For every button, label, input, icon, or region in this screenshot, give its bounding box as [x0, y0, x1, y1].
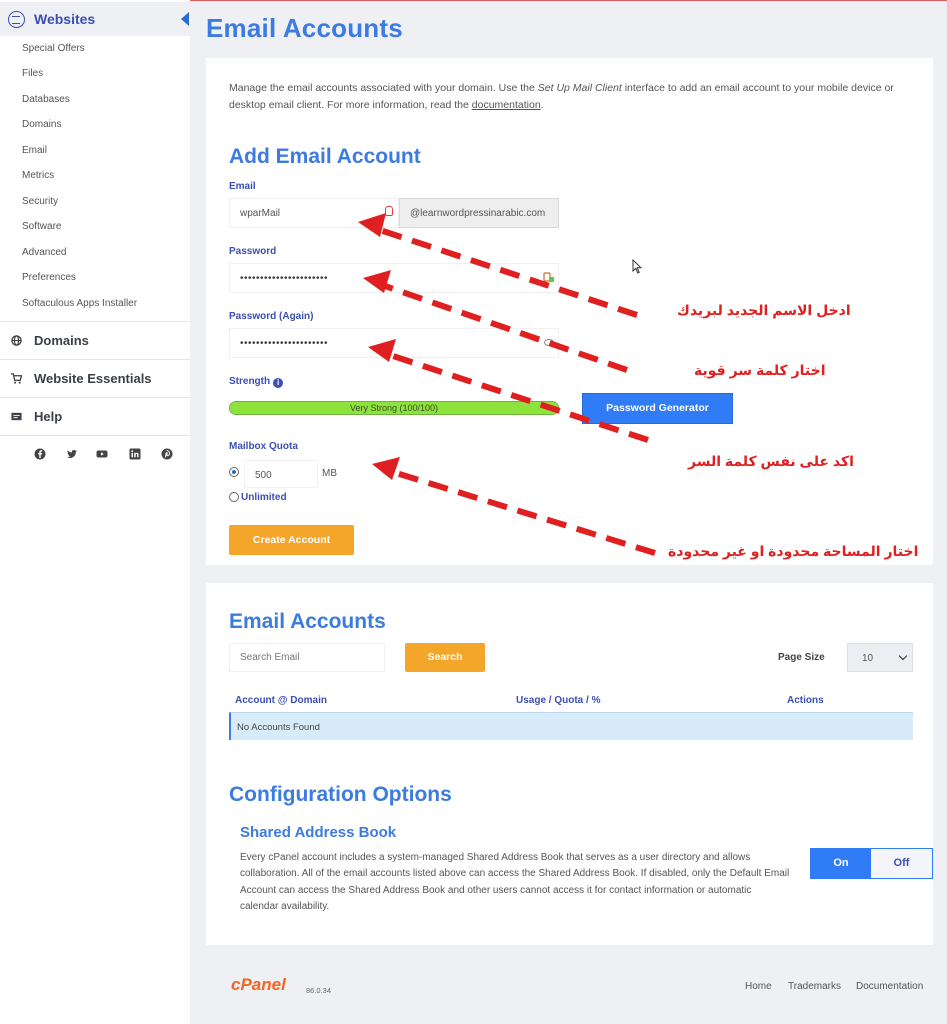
- email-accounts-heading: Email Accounts: [229, 610, 386, 633]
- column-header-account[interactable]: Account @ Domain: [235, 695, 327, 706]
- page-size-label: Page Size: [778, 652, 825, 663]
- shared-address-book-description: Every cPanel account includes a system-m…: [240, 852, 790, 912]
- cpanel-version: 86.0.34: [306, 986, 332, 995]
- footer-link-trademarks[interactable]: Trademarks: [788, 981, 841, 992]
- configuration-options-heading: Configuration Options: [229, 783, 452, 806]
- table-row-empty: No Accounts Found: [229, 712, 913, 740]
- chevron-down-icon: [898, 651, 908, 661]
- annotation-arrowhead: [368, 339, 396, 362]
- footer-link-documentation[interactable]: Documentation: [856, 981, 923, 992]
- annotation-email: ادخل الاسم الجديد لبريدك: [677, 302, 851, 318]
- page-size-value: 10: [862, 653, 874, 664]
- shared-address-book-toggle[interactable]: On Off: [810, 848, 933, 879]
- search-email-input[interactable]: [229, 643, 385, 672]
- column-header-usage[interactable]: Usage / Quota / %: [516, 695, 600, 706]
- page-size-select[interactable]: 10: [847, 643, 913, 672]
- annotation-password: اختار كلمة سر قوية: [694, 362, 826, 378]
- annotation-quota: اختار المساحة محدودة او غير محدودة: [668, 543, 919, 559]
- search-button[interactable]: Search: [405, 643, 485, 672]
- toggle-on-option[interactable]: On: [811, 849, 871, 878]
- annotation-arrow-quota: [392, 469, 656, 556]
- annotation-arrow-password-again: [389, 352, 649, 443]
- footer-link-home[interactable]: Home: [745, 981, 772, 992]
- annotation-arrow-email: [379, 227, 638, 318]
- annotation-arrowhead: [372, 457, 400, 480]
- column-header-actions: Actions: [787, 695, 824, 706]
- empty-message: No Accounts Found: [237, 722, 320, 733]
- annotation-password-again: اكد على نفس كلمة السر: [688, 453, 854, 469]
- shared-address-book-heading: Shared Address Book: [240, 824, 397, 841]
- toggle-off-option[interactable]: Off: [871, 849, 932, 878]
- cpanel-logo: cPanel: [231, 975, 286, 994]
